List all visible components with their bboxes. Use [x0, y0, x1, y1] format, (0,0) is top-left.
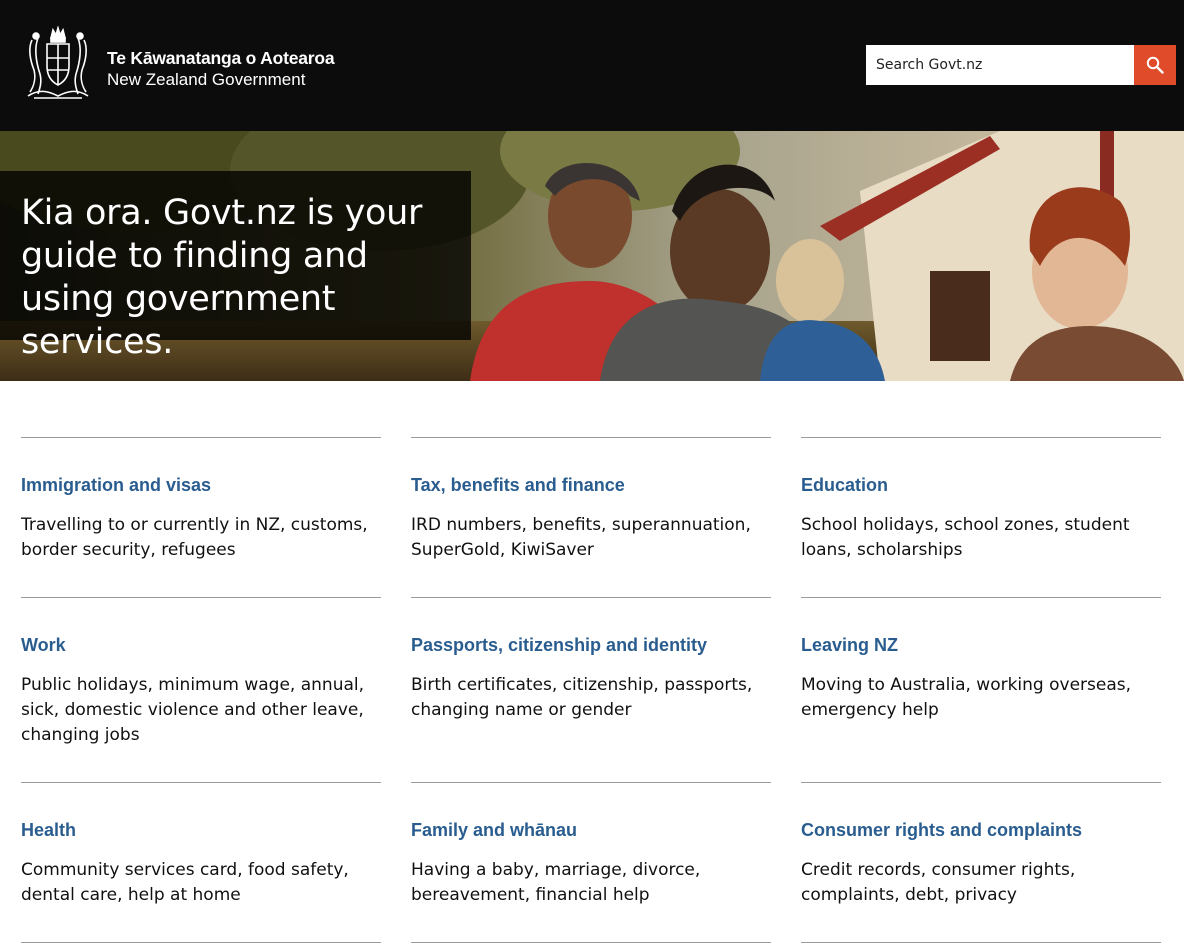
site-header: Te Kāwanatanga o Aotearoa New Zealand Go…	[0, 0, 1184, 131]
search-icon	[1146, 56, 1164, 74]
brand-name-maori: Te Kāwanatanga o Aotearoa	[107, 48, 335, 68]
topic-card: Consumer rights and complaints Credit rec…	[801, 782, 1161, 908]
topic-description: Birth certificates, citizenship, passpor…	[411, 675, 753, 720]
topic-link[interactable]: Tax, benefits and finance	[411, 474, 771, 496]
topic-link[interactable]: Passports, citizenship and identity	[411, 634, 771, 656]
brand-name-english: New Zealand Government	[107, 70, 306, 89]
topic-card: Immigration and visas Travelling to or cu…	[21, 437, 381, 563]
topic-link[interactable]: Family and whānau	[411, 819, 771, 841]
topic-link[interactable]: Health	[21, 819, 381, 841]
topic-description: Moving to Australia, working overseas, e…	[801, 675, 1132, 720]
topic-card: Tax, benefits and finance IRD numbers, be…	[411, 437, 771, 563]
topic-description: Public holidays, minimum wage, annual, s…	[21, 675, 365, 745]
topic-description: Community services card, food safety, de…	[21, 860, 349, 905]
nz-coat-of-arms-icon	[27, 26, 89, 99]
topic-card: Work Public holidays, minimum wage, annua…	[21, 597, 381, 748]
topic-card: Education School holidays, school zones, …	[801, 437, 1161, 563]
topic-card: Passports, citizenship and identity Birth…	[411, 597, 771, 723]
topic-link[interactable]: Leaving NZ	[801, 634, 1161, 656]
search-button[interactable]	[1134, 45, 1176, 85]
divider	[21, 942, 381, 943]
topic-card: Family and whānau Having a baby, marriage…	[411, 782, 771, 908]
home-logo-link[interactable]: Te Kāwanatanga o Aotearoa New Zealand Go…	[20, 26, 360, 102]
topic-link[interactable]: Immigration and visas	[21, 474, 381, 496]
topic-link[interactable]: Work	[21, 634, 381, 656]
topic-link[interactable]: Education	[801, 474, 1161, 496]
topic-description: Travelling to or currently in NZ, custom…	[21, 515, 368, 560]
topic-description: School holidays, school zones, student l…	[801, 515, 1130, 560]
topic-card: Health Community services card, food safe…	[21, 782, 381, 908]
hero-heading: Kia ora. Govt.nz is your guide to findin…	[21, 193, 423, 362]
topic-description: IRD numbers, benefits, superannuation, S…	[411, 515, 751, 560]
divider	[411, 942, 771, 943]
topic-description: Having a baby, marriage, divorce, bereav…	[411, 860, 701, 905]
search-input[interactable]	[866, 45, 1134, 85]
topic-description: Credit records, consumer rights, complai…	[801, 860, 1076, 905]
topic-card: Leaving NZ Moving to Australia, working o…	[801, 597, 1161, 723]
divider	[801, 942, 1161, 943]
topic-link[interactable]: Consumer rights and complaints	[801, 819, 1161, 841]
